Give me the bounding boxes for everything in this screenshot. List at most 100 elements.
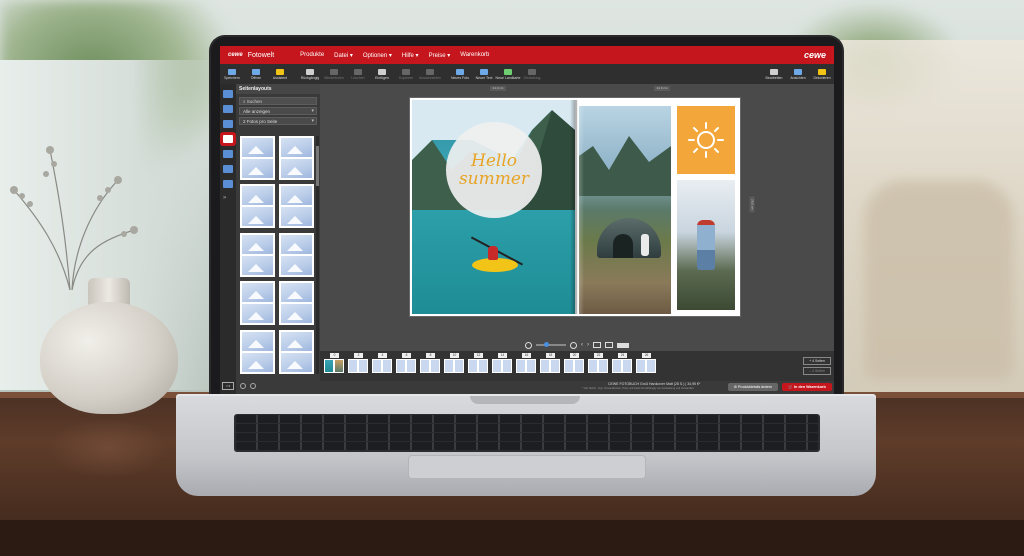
design-icon [528,68,536,75]
menu-preise[interactable]: Preise ▾ [429,52,451,59]
page-thumbnail-pair[interactable]: 0 [324,353,344,373]
page-thumbnail-pair[interactable]: 22 [588,353,608,373]
add-to-cart-button[interactable]: 🛒 In den Warenkorb [782,383,832,391]
zoom-out-button[interactable] [525,341,532,349]
hello-text: Hello [471,151,517,171]
ruler-height: 28,0 cm [749,196,755,213]
photo-tent-camping[interactable] [579,106,671,314]
photos-per-page-select[interactable]: 2 Fotos pro Seite [239,117,317,125]
photo-placeholder-icon [242,304,273,324]
masks-icon[interactable] [223,165,233,173]
themes-icon[interactable] [223,180,233,188]
toolbar-button-redo[interactable]: Wiederholen [322,64,346,84]
layout-thumbnail[interactable] [240,329,275,374]
more-icon[interactable]: » [223,195,233,203]
page-thumbnail-pair[interactable]: 8 [420,353,440,373]
toolbar-button-save[interactable]: Speichern [220,64,244,84]
menu-hilfe[interactable]: Hilfe ▾ [402,52,419,59]
menu-produkte[interactable]: Produkte [300,52,324,58]
bottom-menu-icon[interactable]: ▭▾ [222,382,234,390]
toolbar-button-design[interactable]: Gestaltung [520,64,544,84]
layout-thumbnail[interactable] [279,281,314,326]
page-layouts-panel: Seitenlayouts ⌕ Suchen Alle anzeigen 2 F… [236,84,320,394]
next-page-icon[interactable]: › [587,342,589,348]
zoom-slider[interactable] [536,342,566,347]
page-view-icon[interactable] [605,342,613,348]
page-thumbnail-pair[interactable]: 4 [372,353,392,373]
kayaker [488,246,498,260]
backgrounds-icon[interactable] [223,105,233,113]
layout-thumbnail[interactable] [240,232,275,277]
page-number: 0 [330,353,339,358]
photo-placeholder-icon [242,207,273,227]
toolbar-button-folder[interactable]: Öffnen [244,64,268,84]
layouts-icon[interactable] [223,135,233,143]
fit-view-icon[interactable] [593,342,601,348]
layout-thumbnail[interactable] [279,232,314,277]
frames-icon[interactable] [223,150,233,158]
toolbar-button-undo[interactable]: Rückgängig [298,64,322,84]
photo-placeholder-icon [242,283,273,303]
preview-toggle[interactable] [617,342,629,348]
layout-filter-select[interactable]: Alle anzeigen [239,107,317,115]
cliparts-icon[interactable] [223,120,233,128]
page-thumbnail-pair[interactable]: 10 [444,353,464,373]
layout-thumbnail[interactable] [279,184,314,229]
photo-child-hiking[interactable] [677,180,735,310]
page-thumbnail [382,359,392,373]
menu-optionen[interactable]: Optionen ▾ [363,52,392,59]
toolbar-button-paste[interactable]: Einfügen [370,64,394,84]
page-thumbnail-pair[interactable]: 24 [612,353,632,373]
toolbar-button-wizard[interactable]: Assistent [268,64,292,84]
layout-thumbnail[interactable] [240,136,275,180]
zoom-out-icon[interactable] [240,383,246,389]
page-thumbnail [622,359,632,373]
remove-pages-button[interactable]: – 4 Seiten [803,367,831,375]
dried-flower-branches [10,146,138,290]
page-thumbnail-pair[interactable]: 2 [348,353,368,373]
hello-summer-circle[interactable]: Hello summer [446,122,542,218]
page-thumbnail [540,359,550,373]
page-thumbnail [430,359,440,373]
toolbar: Speichern Öffnen Assistent Rückgängig Wieder… [220,64,834,84]
brand-logo: cewe [228,52,243,58]
toolbar-button-delete[interactable]: Löschen [346,64,370,84]
page-number: 2 [354,353,363,358]
sun-graphic-tile[interactable] [677,106,735,174]
panel-scrollbar[interactable] [316,136,319,374]
page-thumbnail-pair[interactable]: 20 [564,353,584,373]
page-thumbnail [492,359,502,373]
page-thumbnail-pair[interactable]: 14 [492,353,512,373]
menu-warenkorb[interactable]: Warenkorb [460,52,489,58]
page-thumbnail-pair[interactable]: 6 [396,353,416,373]
layout-thumbnail[interactable] [240,281,275,326]
decorate-icon [818,68,826,75]
page-thumbnail-pair[interactable]: 16 [516,353,536,373]
left-page-photo-lake[interactable]: Hello summer [412,100,575,314]
toolbar-button-map[interactable]: Neue Landkarte [496,64,520,84]
layout-thumbnail[interactable] [279,329,314,374]
toolbar-button-photo[interactable]: Neues Foto [448,64,472,84]
page-number: 20 [570,353,579,358]
toolbar-button-decorate[interactable]: Dekorieren [810,64,834,84]
product-details-button[interactable]: ⚙ Produktdetails ändern [728,383,778,391]
page-thumbnail-pair[interactable]: 26 [636,353,656,373]
layout-search-input[interactable]: ⌕ Suchen [239,97,317,105]
menu-datei[interactable]: Datei ▾ [334,52,353,59]
toolbar-button-view[interactable]: Ansichten [786,64,810,84]
layout-thumbnail[interactable] [240,184,275,229]
laptop-trackpad [408,455,646,479]
toolbar-button-cut[interactable]: Ausschneiden [418,64,442,84]
app-name: Fotowelt [247,51,275,59]
add-pages-button[interactable]: + 4 Seiten [803,357,831,365]
previous-page-icon[interactable]: ‹ [581,342,583,348]
zoom-in-button[interactable] [570,341,577,349]
layout-thumbnail[interactable] [279,136,314,180]
toolbar-button-edit[interactable]: Bearbeiten [762,64,786,84]
photos-icon[interactable] [223,90,233,98]
toolbar-button-text[interactable]: Neuer Text [472,64,496,84]
zoom-in-icon[interactable] [250,383,256,389]
page-thumbnail-pair[interactable]: 18 [540,353,560,373]
toolbar-button-copy[interactable]: Kopieren [394,64,418,84]
page-thumbnail-pair[interactable]: 12 [468,353,488,373]
